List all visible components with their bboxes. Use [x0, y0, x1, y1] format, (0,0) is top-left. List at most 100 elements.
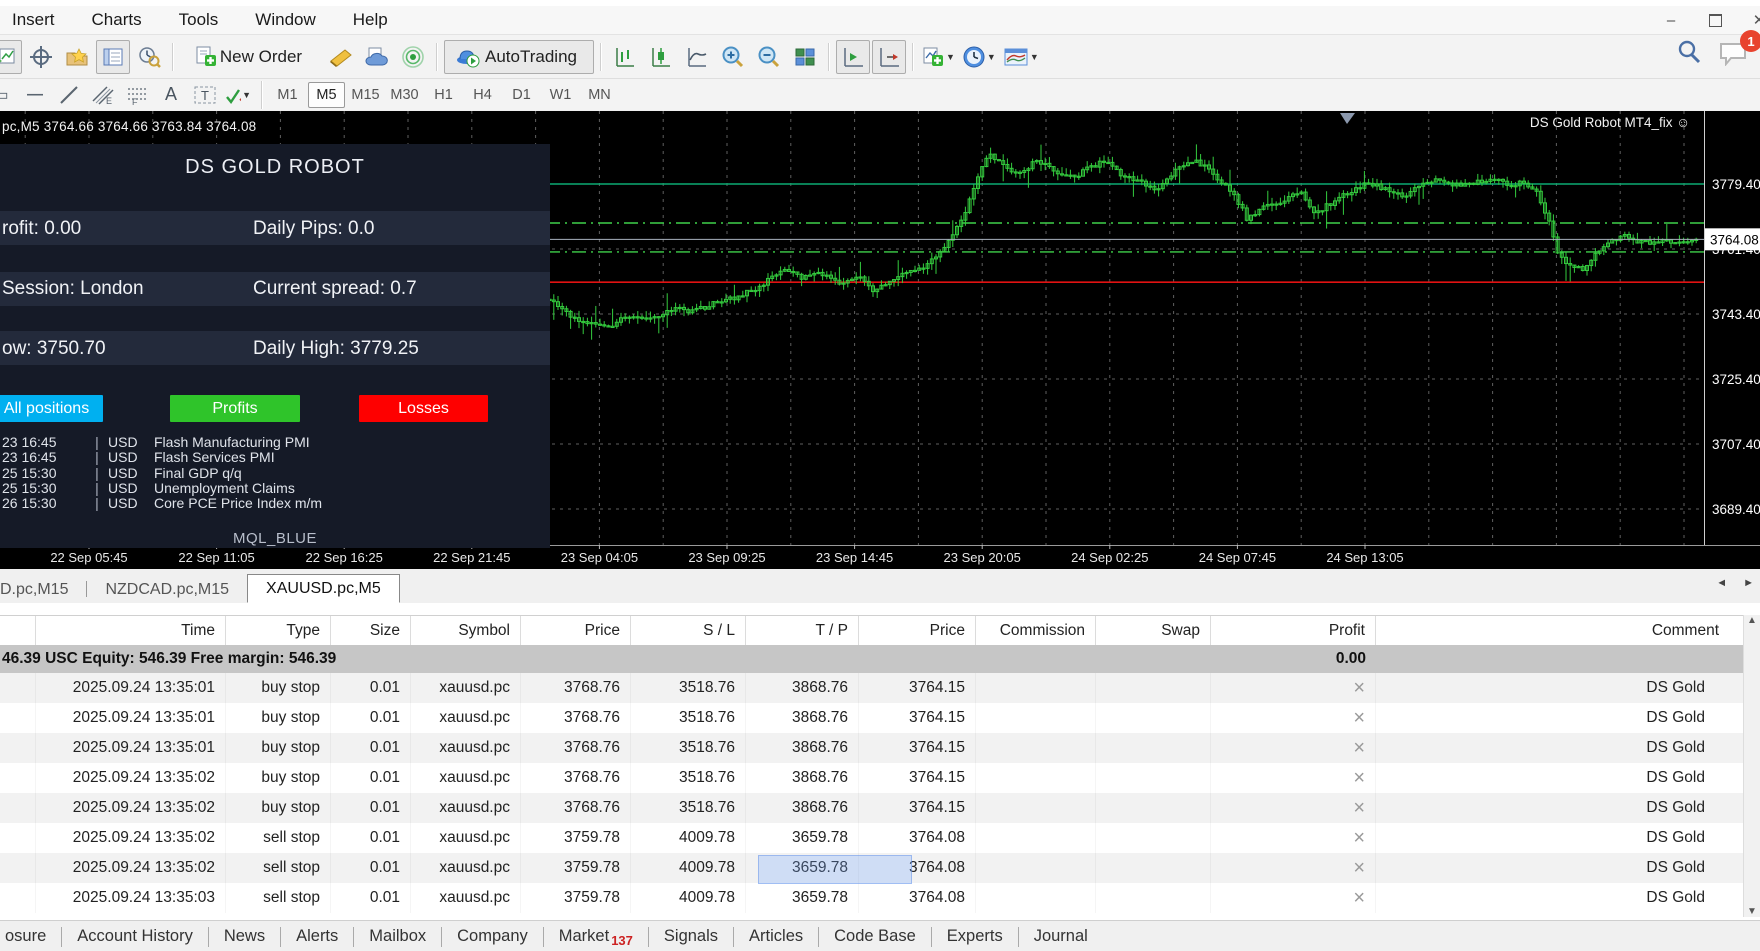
trendline-tool-button[interactable]: [54, 82, 84, 108]
horizontal-line-tool-button[interactable]: —: [20, 82, 50, 108]
shift-chart-button[interactable]: [836, 40, 870, 74]
cell-10: [1096, 733, 1211, 763]
timeframe-m5[interactable]: M5: [308, 82, 345, 108]
timeframe-m30[interactable]: M30: [386, 82, 423, 108]
new-order-button[interactable]: New Order: [180, 40, 322, 74]
bottom-tab-company[interactable]: Company: [442, 927, 543, 946]
chart-tab-1[interactable]: NZDCAD.pc,M15: [87, 576, 247, 603]
cell-6: 4009.78: [631, 853, 746, 883]
chart-window[interactable]: 3779.403761.403743.403725.403707.403689.…: [0, 111, 1760, 569]
cell-2: buy stop: [226, 793, 331, 823]
bottom-tab-mailbox[interactable]: Mailbox: [354, 927, 441, 946]
menu-item-charts[interactable]: Charts: [90, 10, 144, 30]
order-row-1[interactable]: 2025.09.24 13:35:01buy stop0.01xauusd.pc…: [0, 703, 1744, 733]
templates-button[interactable]: ▼: [1002, 40, 1043, 74]
candlestick-mode-button[interactable]: [644, 40, 678, 74]
timeframe-m15[interactable]: M15: [347, 82, 384, 108]
profiles-button[interactable]: [60, 40, 94, 74]
periods-button[interactable]: ▼: [961, 40, 1000, 74]
cell-3: 0.01: [331, 703, 411, 733]
crosshair-button[interactable]: [24, 40, 58, 74]
restore-button[interactable]: [1700, 8, 1730, 32]
bottom-tab-experts[interactable]: Experts: [932, 927, 1018, 946]
zoom-in-button[interactable]: [716, 40, 750, 74]
arrows-tool-button[interactable]: ▼: [224, 82, 254, 108]
cell-9: [976, 763, 1096, 793]
bottom-tab-account-history[interactable]: Account History: [62, 927, 208, 946]
minimize-button[interactable]: –: [1656, 8, 1686, 32]
chart-tab-0[interactable]: D.pc,M15: [0, 576, 86, 603]
close-order-button[interactable]: ×: [1353, 829, 1365, 847]
market-watch-button[interactable]: [96, 40, 130, 74]
timeframe-w1[interactable]: W1: [542, 82, 579, 108]
cell-12: DS Gold: [1376, 763, 1729, 793]
bottom-tab-alerts[interactable]: Alerts: [281, 927, 353, 946]
menu-item-tools[interactable]: Tools: [177, 10, 221, 30]
timeframe-h1[interactable]: H1: [425, 82, 462, 108]
channel-tool-button[interactable]: E: [88, 82, 118, 108]
bottom-tab-market[interactable]: Market137: [544, 927, 648, 946]
tab-scroll-right-button[interactable]: ►: [1743, 577, 1754, 589]
bottom-tab-journal[interactable]: Journal: [1019, 927, 1103, 946]
fibonacci-tool-button[interactable]: F: [122, 82, 152, 108]
expert-advisors-button[interactable]: [324, 40, 358, 74]
line-chart-mode-button[interactable]: [680, 40, 714, 74]
close-order-button[interactable]: ×: [1353, 679, 1365, 697]
chart-tab-2[interactable]: XAUUSD.pc,M5: [247, 574, 400, 603]
order-row-4[interactable]: 2025.09.24 13:35:02buy stop0.01xauusd.pc…: [0, 793, 1744, 823]
label-tool-button[interactable]: T: [190, 82, 220, 108]
close-order-button[interactable]: ×: [1353, 799, 1365, 817]
zoom-out-button[interactable]: [752, 40, 786, 74]
new-chart-button[interactable]: [0, 40, 22, 74]
order-row-3[interactable]: 2025.09.24 13:35:02buy stop0.01xauusd.pc…: [0, 763, 1744, 793]
close-order-button[interactable]: ×: [1353, 769, 1365, 787]
text-tool-button[interactable]: A: [156, 82, 186, 108]
strategy-tester-button[interactable]: [132, 40, 166, 74]
horizontal-line-icon: —: [27, 86, 43, 104]
close-order-button[interactable]: ×: [1353, 889, 1365, 907]
bottom-tab-articles[interactable]: Articles: [734, 927, 818, 946]
trendline-icon: [59, 85, 79, 105]
close-order-button[interactable]: ×: [1353, 739, 1365, 757]
menu-item-help[interactable]: Help: [351, 10, 390, 30]
panel-button-losses[interactable]: Losses: [359, 395, 488, 422]
menu-item-insert[interactable]: Insert: [10, 10, 57, 30]
close-order-button[interactable]: ×: [1353, 859, 1365, 877]
header-cell-sl: S / L: [631, 616, 746, 646]
indicators-button[interactable]: ▼: [920, 40, 959, 74]
auto-scroll-button[interactable]: [872, 40, 906, 74]
terminal-scrollbar[interactable]: ▲ ▼: [1743, 615, 1760, 917]
close-order-button[interactable]: ×: [1353, 709, 1365, 727]
panel-button-all-positions[interactable]: All positions: [0, 395, 103, 422]
bottom-tab-code-base[interactable]: Code Base: [819, 927, 931, 946]
autotrading-button[interactable]: AutoTrading: [444, 40, 594, 74]
timeframe-m1[interactable]: M1: [269, 82, 306, 108]
signals-button[interactable]: [396, 40, 430, 74]
cursor-tool-button[interactable]: ▭: [0, 82, 16, 108]
scroll-up-button[interactable]: ▲: [1747, 615, 1757, 626]
bottom-tab-news[interactable]: News: [209, 927, 280, 946]
timeframe-h4[interactable]: H4: [464, 82, 501, 108]
close-button[interactable]: ✕: [1744, 8, 1760, 32]
bottom-tab-signals[interactable]: Signals: [649, 927, 733, 946]
panel-button-profits[interactable]: Profits: [170, 395, 300, 422]
order-row-2[interactable]: 2025.09.24 13:35:01buy stop0.01xauusd.pc…: [0, 733, 1744, 763]
order-row-7[interactable]: 2025.09.24 13:35:03sell stop0.01xauusd.p…: [0, 883, 1744, 913]
cell-5: 3768.76: [521, 673, 631, 703]
bar-chart-mode-button[interactable]: [608, 40, 642, 74]
timeframe-d1[interactable]: D1: [503, 82, 540, 108]
order-row-5[interactable]: 2025.09.24 13:35:02sell stop0.01xauusd.p…: [0, 823, 1744, 853]
notifications-button[interactable]: 1: [1718, 38, 1752, 71]
bottom-tab-label: osure: [5, 927, 46, 946]
order-row-0[interactable]: 2025.09.24 13:35:01buy stop0.01xauusd.pc…: [0, 673, 1744, 703]
search-button[interactable]: [1676, 39, 1702, 70]
bottom-tab-osure[interactable]: osure: [0, 927, 61, 946]
tab-scroll-left-button[interactable]: ◄: [1716, 577, 1727, 589]
timeframe-mn[interactable]: MN: [581, 82, 618, 108]
cell-1: 2025.09.24 13:35:02: [36, 793, 226, 823]
menu-item-window[interactable]: Window: [253, 10, 317, 30]
scripts-button[interactable]: [360, 40, 394, 74]
scroll-down-button[interactable]: ▼: [1747, 906, 1757, 917]
tile-windows-button[interactable]: [788, 40, 822, 74]
toolbar-separator: [261, 81, 263, 109]
